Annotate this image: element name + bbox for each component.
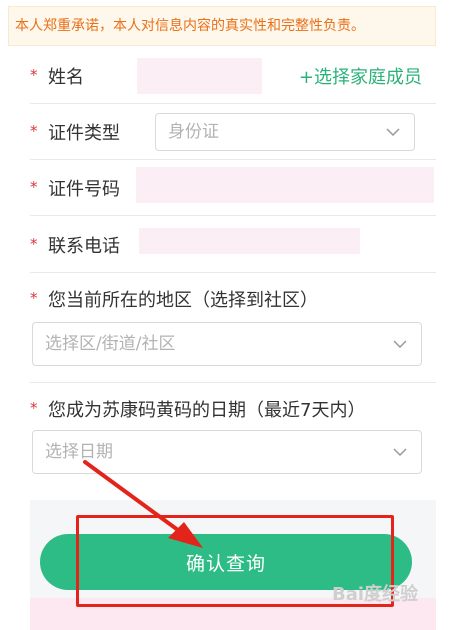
red-arrow-icon	[83, 460, 203, 548]
watermark: Bai度经验	[332, 584, 419, 605]
